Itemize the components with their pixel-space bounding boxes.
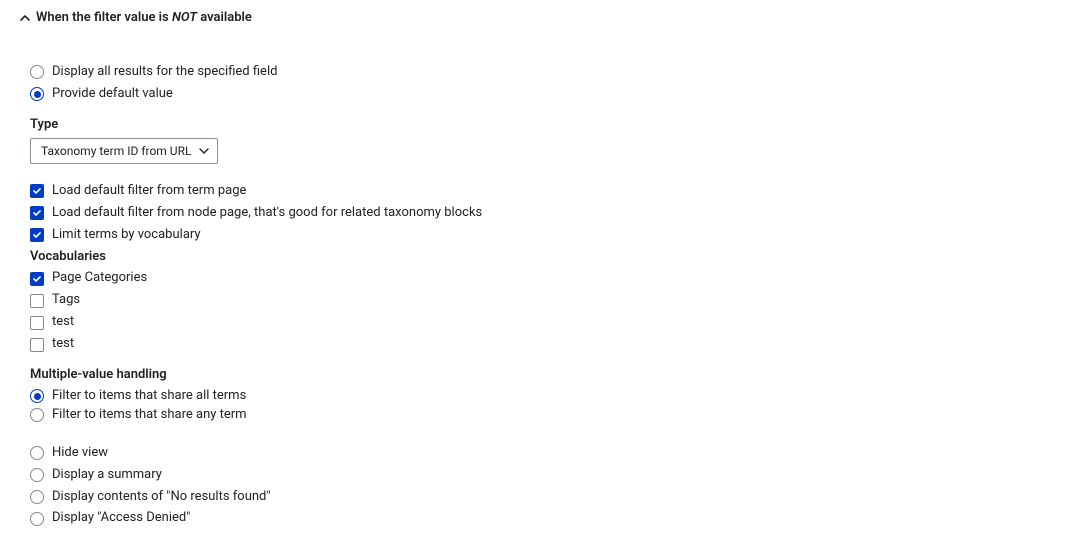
checkbox-vocab-label[interactable]: test [52, 336, 74, 353]
radio-display-all-label[interactable]: Display all results for the specified fi… [52, 64, 277, 81]
checkbox-vocab-page-categories[interactable] [30, 272, 44, 286]
radio-provide-default[interactable] [30, 87, 44, 101]
radio-all-terms-label[interactable]: Filter to items that share all terms [52, 388, 246, 405]
radio-all-terms[interactable] [30, 389, 44, 403]
checkbox-load-node-page-label[interactable]: Load default filter from node page, that… [52, 205, 482, 222]
multivalue-label: Multiple-value handling [30, 367, 1058, 382]
radio-display-all[interactable] [30, 65, 44, 79]
radio-hide-view[interactable] [30, 446, 44, 460]
checkbox-load-term-page[interactable] [30, 184, 44, 198]
vocabularies-label: Vocabularies [30, 249, 1058, 264]
radio-any-term-label[interactable]: Filter to items that share any term [52, 407, 247, 424]
section-toggle[interactable]: When the filter value is NOT available [20, 10, 1058, 25]
radio-access-denied[interactable] [30, 512, 44, 526]
checkbox-vocab-label[interactable]: Tags [52, 292, 80, 309]
checkbox-limit-vocab-label[interactable]: Limit terms by vocabulary [52, 227, 201, 244]
radio-no-results[interactable] [30, 490, 44, 504]
radio-access-denied-label[interactable]: Display "Access Denied" [52, 510, 190, 527]
radio-display-summary-label[interactable]: Display a summary [52, 467, 162, 484]
radio-no-results-label[interactable]: Display contents of "No results found" [52, 489, 271, 506]
chevron-down-icon [199, 146, 209, 156]
checkbox-load-term-page-label[interactable]: Load default filter from term page [52, 183, 246, 200]
type-select[interactable]: Taxonomy term ID from URL [30, 138, 218, 164]
checkbox-vocab-label[interactable]: Page Categories [52, 270, 147, 287]
checkbox-vocab-tags[interactable] [30, 294, 44, 308]
checkbox-limit-vocab[interactable] [30, 228, 44, 242]
radio-any-term[interactable] [30, 408, 44, 422]
radio-provide-default-label[interactable]: Provide default value [52, 86, 173, 103]
checkbox-vocab-test-2[interactable] [30, 338, 44, 352]
checkbox-vocab-test-1[interactable] [30, 316, 44, 330]
type-select-value: Taxonomy term ID from URL [41, 144, 191, 158]
radio-display-summary[interactable] [30, 468, 44, 482]
section-title: When the filter value is NOT available [36, 10, 252, 25]
checkbox-vocab-label[interactable]: test [52, 314, 74, 331]
type-label: Type [30, 117, 1058, 132]
chevron-up-icon [20, 13, 30, 23]
checkbox-load-node-page[interactable] [30, 206, 44, 220]
radio-hide-view-label[interactable]: Hide view [52, 445, 108, 462]
